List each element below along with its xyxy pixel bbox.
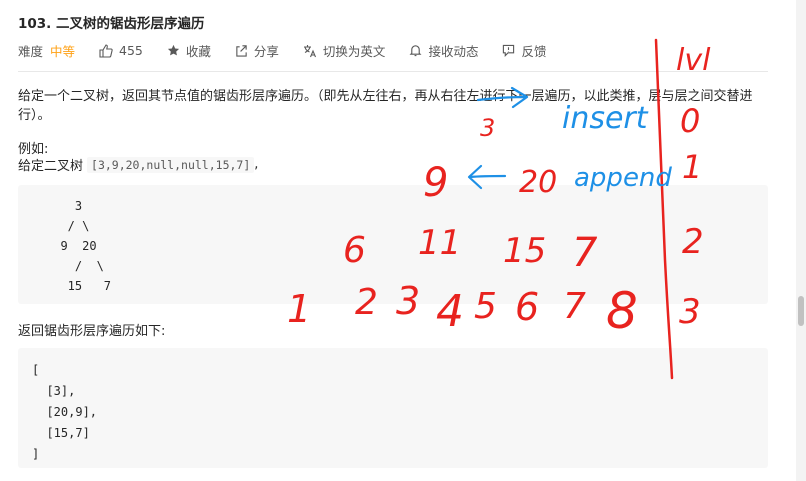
annotation-num-9: 9 — [423, 160, 448, 206]
annotation-append-label: append — [574, 163, 672, 193]
annotation-right-arrow — [476, 86, 529, 109]
annotation-left-arrow — [467, 164, 507, 190]
annotation-level-0: 0 — [680, 102, 700, 140]
annotation-num-3: 3 — [480, 114, 495, 142]
annotation-num-4: 4 — [436, 286, 464, 337]
annotation-num-8: 8 — [606, 282, 638, 340]
annotation-level-1: 1 — [682, 148, 702, 186]
annotation-level-2: 2 — [682, 222, 704, 262]
annotation-lvl-header: lvl — [676, 43, 711, 78]
annotation-num-7: 7 — [572, 230, 598, 276]
handwritten-annotations: lvl 0 1 2 3 3 9 20 6 11 15 7 1 2 3 4 5 6… — [287, 38, 711, 380]
annotation-num-20: 20 — [519, 165, 557, 200]
annotation-num-1: 1 — [287, 287, 311, 331]
annotation-num-15: 15 — [503, 231, 546, 271]
annotation-num-2: 2 — [355, 282, 378, 323]
annotation-num-3b: 3 — [396, 279, 420, 323]
annotation-num-6b: 6 — [515, 285, 539, 329]
annotation-num-5: 5 — [474, 286, 497, 327]
annotation-vertical-line — [654, 38, 674, 380]
annotation-num-6: 6 — [343, 230, 366, 271]
annotation-num-11: 11 — [418, 223, 461, 263]
annotation-insert-label: insert — [562, 101, 649, 136]
annotation-level-3: 3 — [679, 292, 701, 332]
annotation-num-7b: 7 — [563, 286, 586, 327]
